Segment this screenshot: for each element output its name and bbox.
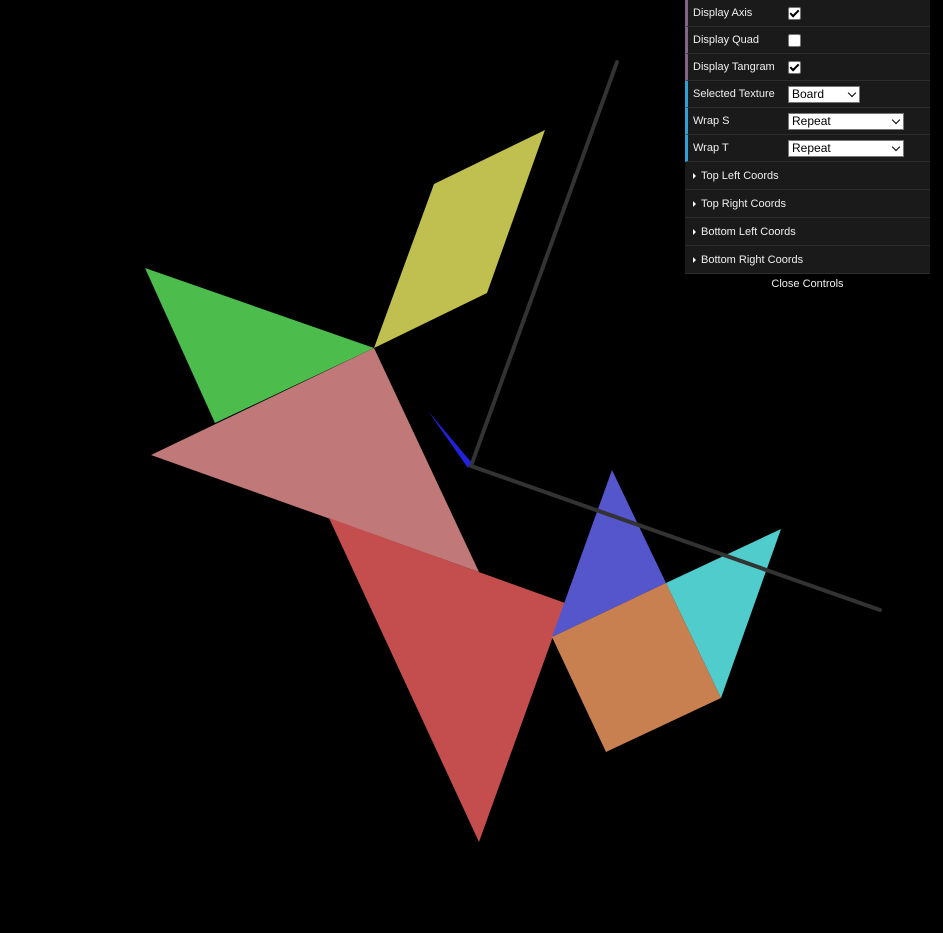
display-quad-label: Display Quad — [693, 34, 760, 46]
wrap-s-value: Repeat — [792, 114, 831, 128]
wrap-s-row: Wrap S Repeat — [685, 108, 930, 135]
display-quad-checkbox[interactable] — [788, 33, 801, 47]
selected-texture-row: Selected Texture Board — [685, 81, 930, 108]
folder-top-left-label: Top Left Coords — [701, 169, 779, 182]
selected-texture-value: Board — [792, 87, 825, 101]
chevron-down-icon — [847, 88, 857, 97]
chevron-down-icon — [891, 142, 901, 151]
caret-right-icon — [693, 172, 696, 179]
caret-right-icon — [693, 200, 696, 207]
wrap-t-select[interactable]: Repeat — [788, 139, 904, 157]
selected-texture-label: Selected Texture — [693, 88, 775, 100]
folder-top-right-label: Top Right Coords — [701, 197, 786, 210]
display-tangram-label: Display Tangram — [693, 61, 775, 73]
folder-bottom-left-coords[interactable]: Bottom Left Coords — [685, 218, 930, 246]
wrap-t-row: Wrap T Repeat — [685, 135, 930, 162]
display-tangram-row: Display Tangram — [685, 54, 930, 81]
folder-bottom-left-label: Bottom Left Coords — [701, 225, 796, 238]
wrap-t-label: Wrap T — [693, 142, 729, 154]
wrap-s-label: Wrap S — [693, 115, 730, 127]
display-axis-row: Display Axis — [685, 0, 930, 27]
chevron-down-icon — [891, 115, 901, 124]
display-quad-row: Display Quad — [685, 27, 930, 54]
folder-bottom-right-label: Bottom Right Coords — [701, 253, 804, 266]
close-controls-button[interactable]: Close Controls — [685, 274, 930, 294]
caret-right-icon — [693, 256, 696, 263]
display-tangram-checkbox[interactable] — [788, 60, 801, 74]
display-axis-label: Display Axis — [693, 7, 753, 19]
folder-top-right-coords[interactable]: Top Right Coords — [685, 190, 930, 218]
folder-top-left-coords[interactable]: Top Left Coords — [685, 162, 930, 190]
selected-texture-select[interactable]: Board — [788, 85, 860, 103]
wrap-s-select[interactable]: Repeat — [788, 112, 904, 130]
wrap-t-value: Repeat — [792, 141, 831, 155]
folder-bottom-right-coords[interactable]: Bottom Right Coords — [685, 246, 930, 274]
display-axis-checkbox[interactable] — [788, 6, 801, 20]
controls-panel: Display Axis Display Quad Display Tangra… — [685, 0, 930, 294]
caret-right-icon — [693, 228, 696, 235]
